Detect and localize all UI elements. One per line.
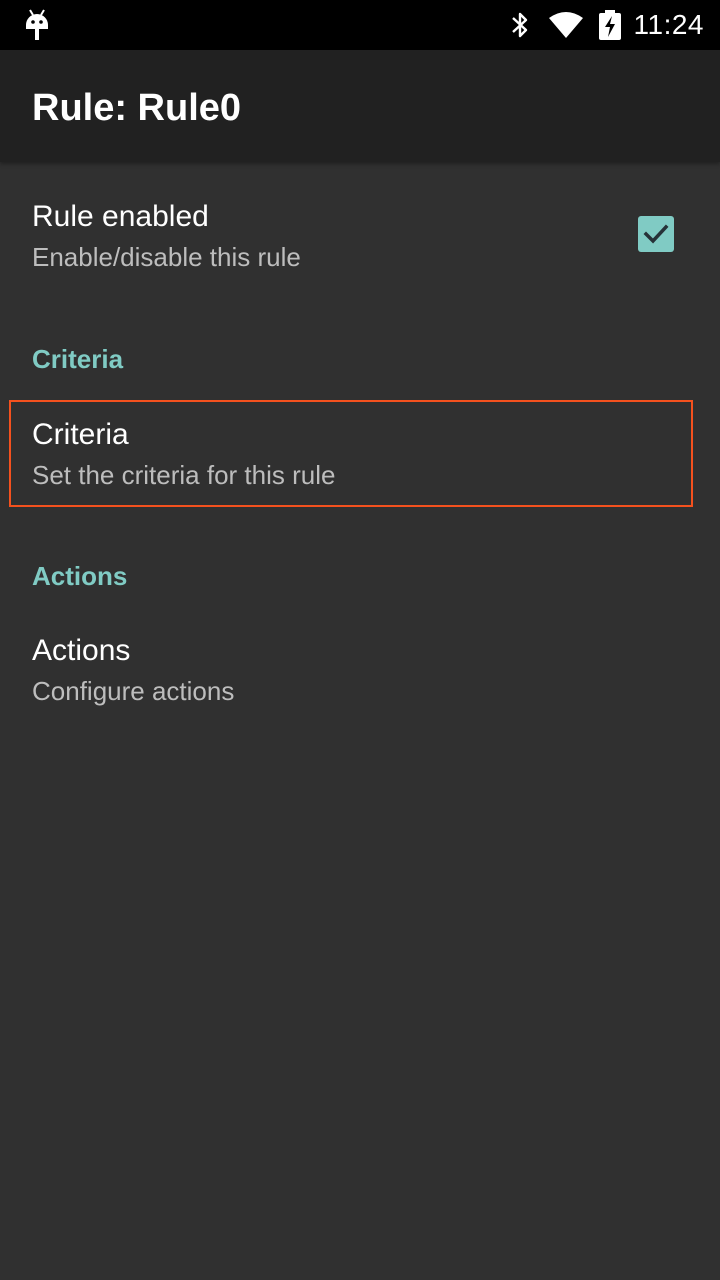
wifi-icon bbox=[548, 10, 584, 40]
bluetooth-icon bbox=[508, 10, 532, 40]
rule-enabled-summary: Enable/disable this rule bbox=[32, 242, 301, 272]
status-bar: 11:24 bbox=[0, 0, 720, 50]
battery-charging-icon bbox=[598, 10, 622, 40]
status-clock: 11:24 bbox=[633, 9, 704, 40]
criteria-preference[interactable]: Criteria Set the criteria for this rule bbox=[9, 400, 693, 507]
criteria-category-header: Criteria bbox=[32, 344, 124, 374]
criteria-summary: Set the criteria for this rule bbox=[32, 460, 336, 490]
actions-preference[interactable]: Actions Configure actions bbox=[0, 618, 720, 728]
actions-category-header: Actions bbox=[32, 561, 128, 591]
rule-enabled-title: Rule enabled bbox=[32, 200, 209, 233]
page-title: Rule: Rule0 bbox=[32, 87, 242, 129]
rule-enabled-preference[interactable]: Rule enabled Enable/disable this rule bbox=[0, 162, 720, 302]
android-icon bbox=[24, 9, 50, 41]
checkmark-icon bbox=[643, 224, 669, 244]
rule-enabled-checkbox[interactable] bbox=[638, 216, 674, 252]
criteria-title: Criteria bbox=[32, 418, 129, 451]
actions-title: Actions bbox=[32, 634, 131, 667]
toolbar: Rule: Rule0 bbox=[0, 50, 720, 162]
actions-summary: Configure actions bbox=[32, 676, 235, 706]
